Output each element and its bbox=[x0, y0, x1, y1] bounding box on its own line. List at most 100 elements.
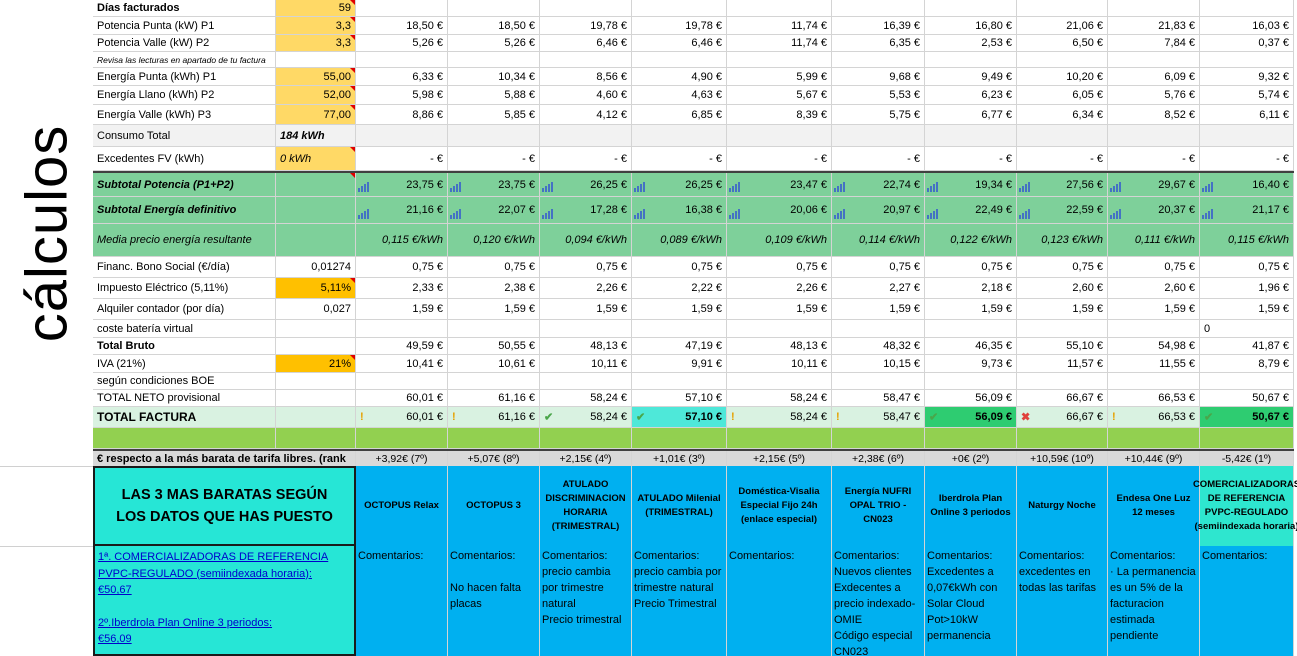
value-cell[interactable]: 20,97 € bbox=[832, 197, 925, 223]
value-cell[interactable]: 8,79 € bbox=[1200, 355, 1294, 372]
value-cell[interactable]: 23,75 € bbox=[356, 173, 448, 196]
value-cell[interactable]: 41,87 € bbox=[1200, 338, 1294, 354]
value-cell[interactable]: 60,01 € bbox=[356, 390, 448, 406]
provider-name[interactable]: Iberdrola Plan Online 3 periodos bbox=[925, 466, 1017, 546]
value-cell[interactable] bbox=[832, 52, 925, 67]
value-cell[interactable] bbox=[356, 320, 448, 337]
value-cell[interactable]: 0,123 €/kWh bbox=[1017, 224, 1108, 256]
comment-cell[interactable]: Comentarios: Excedentes a 0,07€kWh con So… bbox=[925, 546, 1017, 656]
value-cell[interactable]: 55,10 € bbox=[1017, 338, 1108, 354]
value-cell[interactable]: 10,34 € bbox=[448, 68, 540, 85]
value-cell[interactable] bbox=[448, 125, 540, 146]
value-cell[interactable]: 0,75 € bbox=[540, 257, 632, 277]
input-cell[interactable]: 21% bbox=[276, 355, 356, 372]
value-cell[interactable]: 22,74 € bbox=[832, 173, 925, 196]
input-cell[interactable]: 0,027 bbox=[276, 299, 356, 319]
value-cell[interactable]: 4,12 € bbox=[540, 105, 632, 124]
total-value-cell[interactable]: ! 58,47 € bbox=[832, 407, 925, 427]
value-cell[interactable]: 11,55 € bbox=[1108, 355, 1200, 372]
value-cell[interactable] bbox=[448, 320, 540, 337]
value-cell[interactable] bbox=[727, 0, 832, 16]
value-cell[interactable]: - € bbox=[1108, 147, 1200, 170]
value-cell[interactable] bbox=[356, 52, 448, 67]
value-cell[interactable]: 2,38 € bbox=[448, 278, 540, 298]
value-cell[interactable] bbox=[1200, 0, 1294, 16]
total-value-cell[interactable]: ✖ 66,67 € bbox=[1017, 407, 1108, 427]
value-cell[interactable]: 10,15 € bbox=[832, 355, 925, 372]
value-cell[interactable]: 6,35 € bbox=[832, 35, 925, 51]
rank-cell[interactable]: +2,38€ (6º) bbox=[832, 451, 925, 467]
value-cell[interactable]: 0,75 € bbox=[925, 257, 1017, 277]
provider-name[interactable]: ATULADO Milenial (TRIMESTRAL) bbox=[632, 466, 727, 546]
value-cell[interactable]: 4,60 € bbox=[540, 86, 632, 104]
value-cell[interactable] bbox=[356, 373, 448, 389]
value-cell[interactable]: - € bbox=[632, 147, 727, 170]
value-cell[interactable]: 0,75 € bbox=[632, 257, 727, 277]
value-cell[interactable]: 6,85 € bbox=[632, 105, 727, 124]
value-cell[interactable]: - € bbox=[1017, 147, 1108, 170]
provider-name[interactable]: Doméstica-Visalia Especial Fijo 24h (enl… bbox=[727, 466, 832, 546]
value-cell[interactable]: 9,49 € bbox=[925, 68, 1017, 85]
rank-cell[interactable]: +3,92€ (7º) bbox=[356, 451, 448, 467]
value-cell[interactable]: 0,37 € bbox=[1200, 35, 1294, 51]
value-cell[interactable]: 2,26 € bbox=[540, 278, 632, 298]
value-cell[interactable] bbox=[540, 320, 632, 337]
value-cell[interactable]: 23,75 € bbox=[448, 173, 540, 196]
value-cell[interactable] bbox=[448, 373, 540, 389]
value-cell[interactable]: 21,06 € bbox=[1017, 17, 1108, 34]
value-cell[interactable]: 9,68 € bbox=[832, 68, 925, 85]
input-cell[interactable] bbox=[276, 320, 356, 337]
provider-name[interactable]: OCTOPUS 3 bbox=[448, 466, 540, 546]
value-cell[interactable]: 22,07 € bbox=[448, 197, 540, 223]
total-value-cell[interactable]: ! 58,24 € bbox=[727, 407, 832, 427]
value-cell[interactable]: 20,06 € bbox=[727, 197, 832, 223]
rank-cell[interactable]: +10,44€ (9º) bbox=[1108, 451, 1200, 467]
value-cell[interactable]: 22,59 € bbox=[1017, 197, 1108, 223]
value-cell[interactable]: 54,98 € bbox=[1108, 338, 1200, 354]
value-cell[interactable] bbox=[540, 125, 632, 146]
value-cell[interactable]: 0,75 € bbox=[832, 257, 925, 277]
value-cell[interactable]: 22,49 € bbox=[925, 197, 1017, 223]
input-cell[interactable]: 5,11% bbox=[276, 278, 356, 298]
comment-cell[interactable]: Comentarios: excedentes en todas las tari… bbox=[1017, 546, 1108, 656]
input-cell[interactable]: 77,00 bbox=[276, 105, 356, 124]
value-cell[interactable]: 61,16 € bbox=[448, 390, 540, 406]
value-cell[interactable] bbox=[925, 373, 1017, 389]
input-cell[interactable]: 52,00 bbox=[276, 86, 356, 104]
value-cell[interactable] bbox=[832, 373, 925, 389]
value-cell[interactable]: 16,03 € bbox=[1200, 17, 1294, 34]
value-cell[interactable]: 6,09 € bbox=[1108, 68, 1200, 85]
value-cell[interactable]: 2,33 € bbox=[356, 278, 448, 298]
provider-name[interactable]: Endesa One Luz 12 meses bbox=[1108, 466, 1200, 546]
value-cell[interactable]: 46,35 € bbox=[925, 338, 1017, 354]
total-value-cell[interactable]: ✔ 50,67 € bbox=[1200, 407, 1294, 427]
value-cell[interactable]: - € bbox=[356, 147, 448, 170]
value-cell[interactable]: 7,84 € bbox=[1108, 35, 1200, 51]
comment-cell[interactable]: Comentarios: precio cambia por trimestre … bbox=[632, 546, 727, 656]
value-cell[interactable]: 5,99 € bbox=[727, 68, 832, 85]
value-cell[interactable]: 58,24 € bbox=[727, 390, 832, 406]
value-cell[interactable]: 1,59 € bbox=[1200, 299, 1294, 319]
value-cell[interactable] bbox=[540, 373, 632, 389]
value-cell[interactable]: 2,27 € bbox=[832, 278, 925, 298]
total-value-cell[interactable]: ! 60,01 € bbox=[356, 407, 448, 427]
provider-name[interactable]: COMERCIALIZADORAS DE REFERENCIA PVPC-REG… bbox=[1193, 466, 1297, 546]
value-cell[interactable] bbox=[1017, 320, 1108, 337]
value-cell[interactable]: 0,75 € bbox=[727, 257, 832, 277]
value-cell[interactable]: 26,25 € bbox=[632, 173, 727, 196]
value-cell[interactable] bbox=[832, 320, 925, 337]
value-cell[interactable]: 10,41 € bbox=[356, 355, 448, 372]
value-cell[interactable]: 27,56 € bbox=[1017, 173, 1108, 196]
value-cell[interactable]: - € bbox=[540, 147, 632, 170]
value-cell[interactable]: 5,98 € bbox=[356, 86, 448, 104]
value-cell[interactable]: 11,74 € bbox=[727, 35, 832, 51]
value-cell[interactable]: 11,57 € bbox=[1017, 355, 1108, 372]
input-cell[interactable]: 59 bbox=[276, 0, 356, 16]
value-cell[interactable] bbox=[727, 320, 832, 337]
value-cell[interactable] bbox=[632, 373, 727, 389]
value-cell[interactable]: 10,11 € bbox=[540, 355, 632, 372]
value-cell[interactable]: 5,26 € bbox=[448, 35, 540, 51]
value-cell[interactable]: 5,74 € bbox=[1200, 86, 1294, 104]
value-cell[interactable]: 0,109 €/kWh bbox=[727, 224, 832, 256]
value-cell[interactable]: 0,111 €/kWh bbox=[1108, 224, 1200, 256]
